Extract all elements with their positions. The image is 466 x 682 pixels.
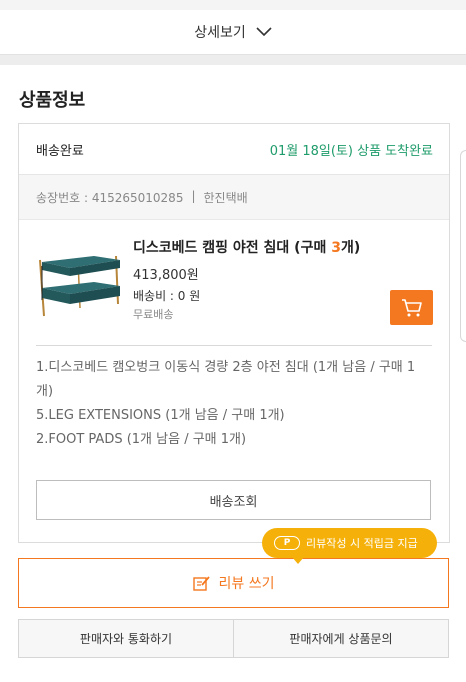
point-icon: P (274, 536, 300, 550)
shipping-type: 무료배송 (133, 308, 174, 321)
call-seller-button[interactable]: 판매자와 통화하기 (19, 620, 233, 657)
product-name-prefix: 디스코베드 캠핑 야전 침대 (구매 (133, 240, 332, 256)
arrival-date: 01월 18일(토) 상품 도착완료 (269, 144, 433, 159)
option-item: 1.디스코베드 캠오벙크 이동식 경량 2층 야전 침대 (1개 남음 / 구매… (36, 360, 416, 399)
write-review-button[interactable]: 리뷰 쓰기 (18, 558, 449, 608)
product-thumbnail[interactable] (34, 238, 124, 322)
option-item: 2.FOOT PADS (1개 남음 / 구매 1개) (36, 432, 247, 447)
side-panel-edge[interactable] (460, 150, 466, 342)
product-price: 413,800원 (133, 268, 199, 283)
detail-view-toggle[interactable]: 상세보기 (0, 10, 466, 55)
divider (36, 345, 432, 346)
section-gap (0, 55, 466, 65)
write-review-label: 리뷰 쓰기 (218, 576, 275, 592)
cart-icon (401, 298, 422, 316)
tracking-info: 송장번호 : 415265010285 | 한진택배 (36, 189, 248, 206)
delivery-status: 배송완료 (36, 144, 84, 159)
review-reward-tooltip: P 리뷰작성 시 적립금 지급 (262, 528, 437, 558)
product-quantity: 3 (331, 240, 341, 256)
tooltip-tail (292, 557, 304, 564)
product-name-suffix: 개) (340, 240, 361, 256)
edit-icon (192, 575, 210, 591)
section-title: 상품정보 (19, 90, 86, 111)
ask-seller-button[interactable]: 판매자에게 상품문의 (233, 620, 448, 657)
tooltip-text: 리뷰작성 시 적립금 지급 (306, 537, 418, 550)
product-name[interactable]: 디스코베드 캠핑 야전 침대 (구매 3개) (133, 237, 360, 257)
track-delivery-button[interactable]: 배송조회 (36, 480, 431, 520)
add-to-cart-button[interactable] (390, 290, 433, 325)
tracking-number[interactable]: 송장번호 : 415265010285 (36, 189, 183, 206)
shipping-fee: 배송비 : 0 원 (133, 289, 201, 303)
courier-name: 한진택배 (203, 191, 248, 205)
chevron-down-icon (256, 27, 272, 37)
option-item: 5.LEG EXTENSIONS (1개 남음 / 구매 1개) (36, 408, 285, 423)
tracking-divider: | (191, 189, 196, 203)
seller-actions: 판매자와 통화하기 판매자에게 상품문의 (18, 619, 449, 658)
detail-view-label: 상세보기 (194, 25, 246, 41)
